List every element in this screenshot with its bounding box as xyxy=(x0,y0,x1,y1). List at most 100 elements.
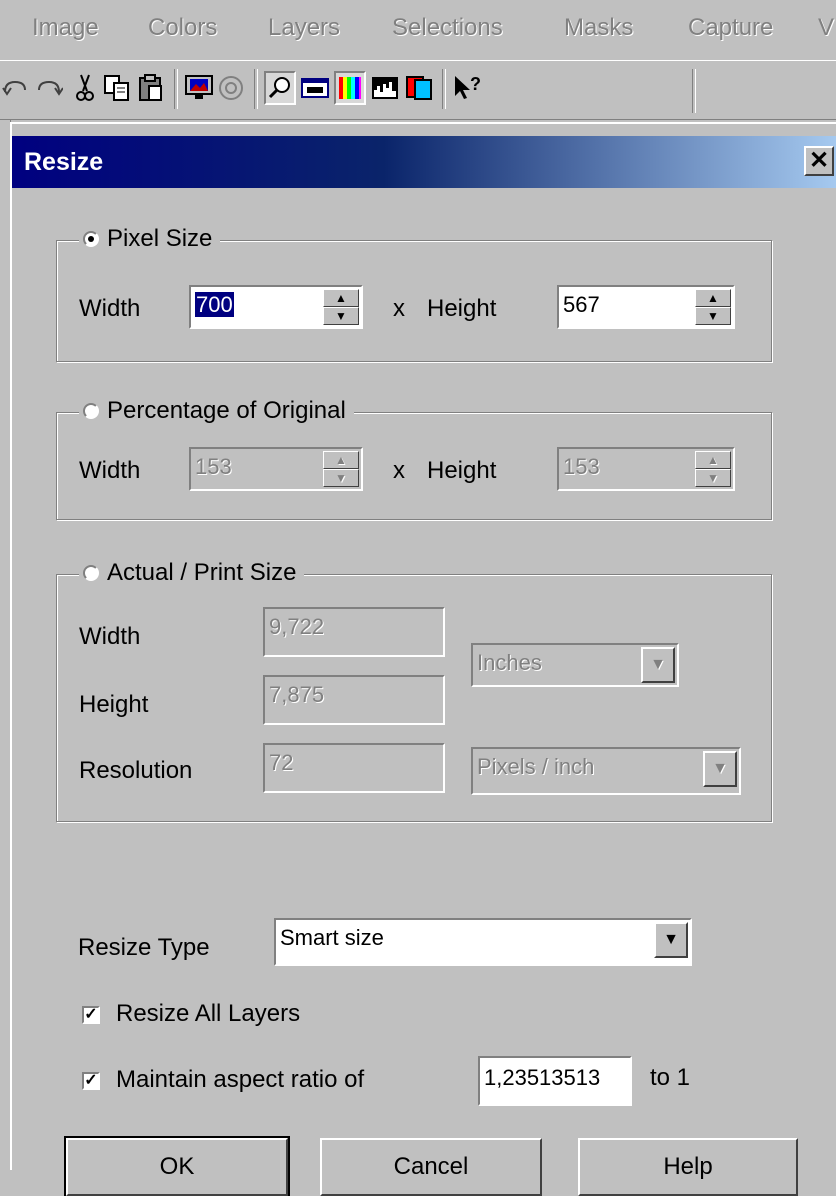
maintain-aspect-label[interactable]: Maintain aspect ratio of xyxy=(116,1066,364,1094)
toolbar-separator xyxy=(174,69,178,109)
print-size-label: Actual / Print Size xyxy=(107,559,297,586)
print-size-group: Actual / Print Size Width 9,722 Inches ▼… xyxy=(56,559,772,822)
print-width-value: 9,722 xyxy=(269,614,325,639)
layers-icon[interactable] xyxy=(404,71,434,105)
print-width-label: Width xyxy=(79,623,141,650)
redo-icon[interactable] xyxy=(34,71,64,105)
paste-icon[interactable] xyxy=(136,71,166,105)
resolution-units-dropdown[interactable]: Pixels / inch ▼ xyxy=(471,747,741,795)
ok-button[interactable]: OK xyxy=(64,1136,290,1196)
radio-button-selected[interactable] xyxy=(83,231,99,247)
dialog-titlebar[interactable]: Resize ✕ xyxy=(12,136,836,188)
resize-type-value: Smart size xyxy=(280,925,384,950)
pixel-size-group: Pixel Size Width 700 ▲ ▼ x Height 567 ▲ ▼ xyxy=(56,225,772,362)
print-height-value: 7,875 xyxy=(269,682,325,707)
percentage-height-value: 153 xyxy=(563,454,600,479)
pixel-x-label: x xyxy=(393,295,405,322)
percentage-width-spinner[interactable]: ▲ ▼ xyxy=(323,451,359,487)
overview-icon[interactable] xyxy=(300,71,330,105)
pixel-width-field[interactable]: 700 ▲ ▼ xyxy=(189,285,363,329)
resize-type-label: Resize Type xyxy=(78,934,210,961)
units-dropdown[interactable]: Inches ▼ xyxy=(471,643,679,687)
toolbar-separator xyxy=(692,69,696,113)
pixel-width-value: 700 xyxy=(195,292,234,317)
radio-button[interactable] xyxy=(83,403,99,419)
percentage-radio[interactable]: Percentage of Original xyxy=(79,397,354,425)
percentage-x-label: x xyxy=(393,457,405,484)
histogram-icon[interactable] xyxy=(370,71,400,105)
spin-up-icon[interactable]: ▲ xyxy=(695,289,731,307)
toolbar: ? xyxy=(0,60,836,120)
pixel-size-radio[interactable]: Pixel Size xyxy=(79,225,221,253)
menu-selections[interactable]: Selections xyxy=(392,14,503,42)
resolution-units-value: Pixels / inch xyxy=(477,754,595,779)
svg-text:?: ? xyxy=(470,74,481,94)
menu-colors[interactable]: Colors xyxy=(148,14,217,42)
pixel-height-field[interactable]: 567 ▲ ▼ xyxy=(557,285,735,329)
percentage-height-label: Height xyxy=(427,457,497,484)
cancel-button[interactable]: Cancel xyxy=(320,1138,542,1196)
spin-up-icon[interactable]: ▲ xyxy=(323,289,359,307)
resize-type-dropdown[interactable]: Smart size ▼ xyxy=(274,918,692,966)
menu-layers[interactable]: Layers xyxy=(268,14,340,42)
aspect-ratio-value: 1,23513513 xyxy=(484,1065,601,1090)
copy-icon[interactable] xyxy=(102,71,132,105)
resolution-value: 72 xyxy=(269,750,294,775)
pixel-height-label: Height xyxy=(427,295,497,322)
percentage-width-label: Width xyxy=(79,457,141,484)
print-size-radio[interactable]: Actual / Print Size xyxy=(79,559,305,587)
toolbar-separator xyxy=(254,69,258,109)
chevron-down-icon[interactable]: ▼ xyxy=(654,922,688,958)
pixel-width-spinner[interactable]: ▲ ▼ xyxy=(323,289,359,325)
undo-icon[interactable] xyxy=(0,71,30,105)
maintain-aspect-checkbox[interactable]: ✓ xyxy=(82,1072,100,1090)
print-height-field[interactable]: 7,875 xyxy=(263,675,445,725)
resize-dialog: Resize ✕ Pixel Size Width 700 ▲ ▼ x Heigh… xyxy=(10,122,836,1196)
monitor-icon[interactable] xyxy=(184,71,214,105)
menu-bar: Image Colors Layers Selections Masks Cap… xyxy=(0,0,836,58)
resize-all-layers-checkbox[interactable]: ✓ xyxy=(82,1006,100,1024)
context-help-icon[interactable]: ? xyxy=(452,71,482,105)
browse-icon[interactable] xyxy=(216,71,246,105)
cut-icon[interactable] xyxy=(70,71,100,105)
percentage-label: Percentage of Original xyxy=(107,397,346,424)
percentage-group: Percentage of Original Width 153 ▲ ▼ x He… xyxy=(56,397,772,520)
chevron-down-icon[interactable]: ▼ xyxy=(703,751,737,787)
help-button-label: Help xyxy=(663,1153,713,1180)
toolbar-separator xyxy=(442,69,446,109)
percentage-width-value: 153 xyxy=(195,454,232,479)
pixel-height-spinner[interactable]: ▲ ▼ xyxy=(695,289,731,325)
color-palette-icon[interactable] xyxy=(334,71,366,105)
resize-all-layers-label[interactable]: Resize All Layers xyxy=(116,1000,300,1028)
chevron-down-icon[interactable]: ▼ xyxy=(641,647,675,683)
percentage-height-spinner[interactable]: ▲ ▼ xyxy=(695,451,731,487)
spin-down-icon[interactable]: ▼ xyxy=(323,307,359,325)
menu-capture[interactable]: Capture xyxy=(688,14,773,42)
cancel-button-label: Cancel xyxy=(393,1153,469,1180)
print-width-field[interactable]: 9,722 xyxy=(263,607,445,657)
spin-up-icon[interactable]: ▲ xyxy=(695,451,731,469)
zoom-icon[interactable] xyxy=(264,71,296,105)
aspect-suffix-label: to 1 xyxy=(650,1064,691,1091)
close-button[interactable]: ✕ xyxy=(804,146,834,176)
dialog-body: Pixel Size Width 700 ▲ ▼ x Height 567 ▲ ▼ … xyxy=(12,188,836,1196)
percentage-width-field[interactable]: 153 ▲ ▼ xyxy=(189,447,363,491)
resolution-field[interactable]: 72 xyxy=(263,743,445,793)
spin-down-icon[interactable]: ▼ xyxy=(323,469,359,487)
radio-button[interactable] xyxy=(83,565,99,581)
spin-up-icon[interactable]: ▲ xyxy=(323,451,359,469)
pixel-width-label: Width xyxy=(79,295,141,322)
menu-image[interactable]: Image xyxy=(32,14,99,42)
spin-down-icon[interactable]: ▼ xyxy=(695,307,731,325)
menu-view[interactable]: V xyxy=(818,14,834,42)
help-button[interactable]: Help xyxy=(578,1138,798,1196)
ok-button-label: OK xyxy=(159,1153,195,1180)
menu-masks[interactable]: Masks xyxy=(564,14,633,42)
close-icon: ✕ xyxy=(808,147,830,174)
pixel-size-label: Pixel Size xyxy=(107,225,213,252)
dialog-title: Resize xyxy=(24,148,104,176)
aspect-ratio-field[interactable]: 1,23513513 xyxy=(478,1056,632,1106)
percentage-height-field[interactable]: 153 ▲ ▼ xyxy=(557,447,735,491)
spin-down-icon[interactable]: ▼ xyxy=(695,469,731,487)
pixel-height-value: 567 xyxy=(563,292,600,317)
